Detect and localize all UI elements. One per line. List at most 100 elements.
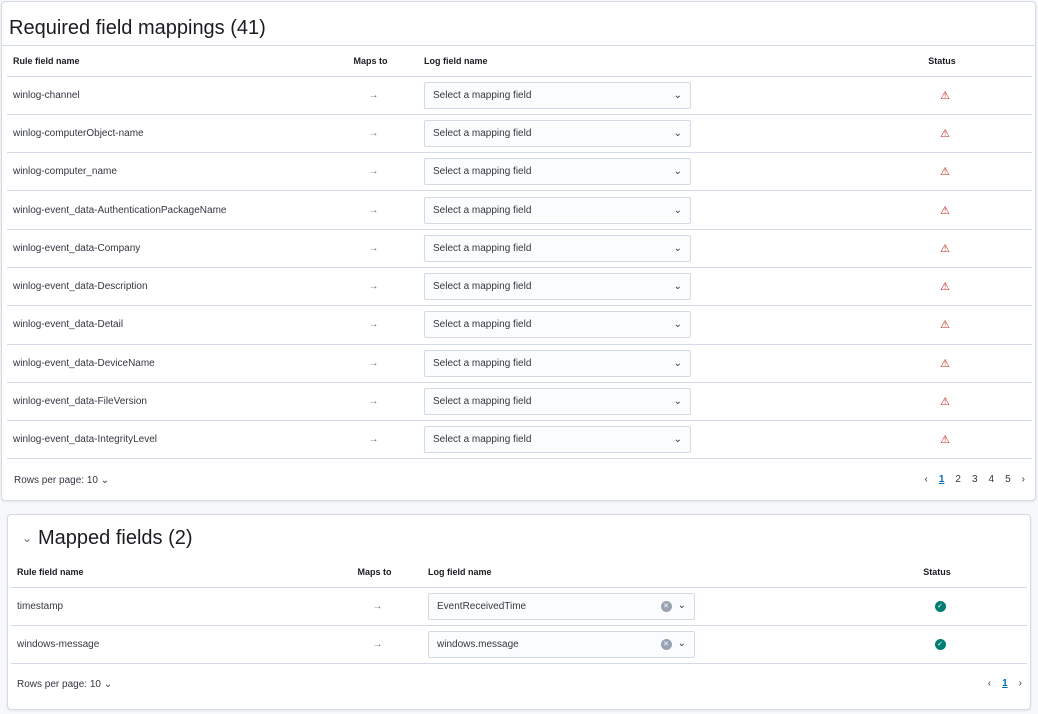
log-field-select[interactable]: Select a mapping field ⌄ <box>424 311 691 339</box>
previous-page-icon[interactable]: ‹ <box>925 474 928 485</box>
warning-icon: ⚠ <box>940 357 950 370</box>
rule-field-name: windows-message <box>11 625 327 665</box>
log-field-select[interactable]: Select a mapping field ⌄ <box>424 158 691 186</box>
log-field-select[interactable]: windows.message ✕ ⌄ <box>428 630 695 658</box>
select-placeholder: Select a mapping field <box>433 396 532 408</box>
warning-icon: ⚠ <box>940 166 950 179</box>
chevron-down-icon[interactable]: ⌄ <box>678 600 686 611</box>
rule-field-name: winlog-computer_name <box>7 152 323 192</box>
table-row: winlog-event_data-DeviceName → Select a … <box>7 344 1032 383</box>
rows-per-page-button[interactable]: Rows per page: 10 ⌄ <box>14 475 109 486</box>
log-field-select[interactable]: Select a mapping field ⌄ <box>424 388 691 416</box>
page-3-button[interactable]: 3 <box>972 474 978 485</box>
table-row: winlog-event_data-FileVersion → Select a… <box>7 382 1032 422</box>
column-header-rule-field[interactable]: Rule field name <box>7 46 323 77</box>
mapped-fields-panel: ⌄ Mapped fields (2) Rule field name Maps… <box>7 514 1031 710</box>
arrow-right-icon: → <box>368 281 379 293</box>
clear-icon[interactable]: ✕ <box>660 639 672 651</box>
previous-page-icon[interactable]: ‹ <box>988 678 991 689</box>
warning-icon: ⚠ <box>940 396 950 409</box>
rule-field-name: winlog-event_data-FileVersion <box>7 382 323 422</box>
arrow-right-icon: → <box>368 434 379 446</box>
collapse-chevron-icon[interactable]: ⌄ <box>22 531 32 545</box>
rule-field-name: winlog-event_data-Detail <box>7 305 323 345</box>
chevron-down-icon: ⌄ <box>103 679 113 690</box>
column-header-status: Status <box>847 557 1027 588</box>
select-placeholder: Select a mapping field <box>433 166 532 178</box>
log-field-select[interactable]: Select a mapping field ⌄ <box>424 234 691 262</box>
arrow-right-icon: → <box>368 357 379 369</box>
rule-field-name: winlog-event_data-IntegrityLevel <box>7 420 323 460</box>
log-field-select[interactable]: Select a mapping field ⌄ <box>424 426 691 454</box>
table-row: winlog-event_data-IntegrityLevel → Selec… <box>7 420 1032 460</box>
clear-icon[interactable]: ✕ <box>660 601 672 613</box>
page-2-button[interactable]: 2 <box>955 474 961 485</box>
panel-title[interactable]: Mapped fields (2) <box>38 527 193 550</box>
warning-icon: ⚠ <box>940 434 950 447</box>
selected-value: EventReceivedTime <box>437 600 527 612</box>
column-header-log-field[interactable]: Log field name <box>422 557 847 588</box>
chevron-down-icon[interactable]: ⌄ <box>674 396 682 407</box>
chevron-down-icon[interactable]: ⌄ <box>674 319 682 330</box>
chevron-down-icon[interactable]: ⌄ <box>674 358 682 369</box>
page-1-button[interactable]: 1 <box>939 474 945 485</box>
table-row: winlog-event_data-Detail → Select a mapp… <box>7 305 1032 345</box>
warning-icon: ⚠ <box>940 204 950 217</box>
rows-per-page-label: Rows per page: 10 <box>14 475 98 486</box>
warning-icon: ⚠ <box>940 281 950 294</box>
log-field-select[interactable]: Select a mapping field ⌄ <box>424 273 691 301</box>
page-5-button[interactable]: 5 <box>1005 474 1011 485</box>
column-header-log-field[interactable]: Log field name <box>418 46 852 77</box>
log-field-select[interactable]: Select a mapping field ⌄ <box>424 119 691 147</box>
arrow-right-icon: → <box>368 396 379 408</box>
chevron-down-icon[interactable]: ⌄ <box>674 166 682 177</box>
log-field-select[interactable]: Select a mapping field ⌄ <box>424 81 691 109</box>
arrow-right-icon: → <box>368 319 379 331</box>
chevron-down-icon[interactable]: ⌄ <box>674 281 682 292</box>
warning-icon: ⚠ <box>940 319 950 332</box>
next-page-icon[interactable]: › <box>1019 678 1022 689</box>
select-placeholder: Select a mapping field <box>433 204 532 216</box>
log-field-select[interactable]: Select a mapping field ⌄ <box>424 196 691 224</box>
arrow-right-icon: → <box>368 242 379 254</box>
page-4-button[interactable]: 4 <box>989 474 995 485</box>
rows-per-page-label: Rows per page: 10 <box>17 679 101 690</box>
table-row: winlog-channel → Select a mapping field … <box>7 76 1032 115</box>
warning-icon: ⚠ <box>940 242 950 255</box>
select-placeholder: Select a mapping field <box>433 89 532 101</box>
table-row: winlog-computer_name → Select a mapping … <box>7 152 1032 192</box>
arrow-right-icon: → <box>372 600 383 612</box>
table-row: winlog-event_data-Company → Select a map… <box>7 229 1032 268</box>
select-placeholder: Select a mapping field <box>433 319 532 331</box>
log-field-select[interactable]: Select a mapping field ⌄ <box>424 349 691 377</box>
next-page-icon[interactable]: › <box>1022 474 1025 485</box>
arrow-right-icon: → <box>368 89 379 101</box>
arrow-right-icon: → <box>368 166 379 178</box>
rule-field-name: winlog-event_data-AuthenticationPackageN… <box>7 190 323 230</box>
chevron-down-icon[interactable]: ⌄ <box>674 434 682 445</box>
pagination: ‹ 1 2 3 4 5 › <box>925 474 1026 485</box>
select-placeholder: Select a mapping field <box>433 281 532 293</box>
check-circle-icon: ✓ <box>934 639 946 651</box>
required-mappings-table: Rule field name Maps to Log field name S… <box>7 46 1032 460</box>
rule-field-name: winlog-channel <box>7 76 323 115</box>
table-row: winlog-event_data-AuthenticationPackageN… <box>7 190 1032 230</box>
chevron-down-icon[interactable]: ⌄ <box>678 638 686 649</box>
chevron-down-icon[interactable]: ⌄ <box>674 205 682 216</box>
chevron-down-icon[interactable]: ⌄ <box>674 243 682 254</box>
rule-field-name: timestamp <box>11 587 327 626</box>
chevron-down-icon[interactable]: ⌄ <box>674 90 682 101</box>
column-header-status: Status <box>852 46 1032 77</box>
table-row: winlog-computerObject-name → Select a ma… <box>7 114 1032 154</box>
check-circle-icon: ✓ <box>934 601 946 613</box>
page-1-button[interactable]: 1 <box>1002 678 1008 689</box>
rows-per-page-button[interactable]: Rows per page: 10 ⌄ <box>17 679 112 690</box>
required-field-mappings-panel: Required field mappings (41) Rule field … <box>1 1 1036 501</box>
chevron-down-icon[interactable]: ⌄ <box>674 128 682 139</box>
table-row: winlog-event_data-Description → Select a… <box>7 267 1032 307</box>
arrow-right-icon: → <box>368 204 379 216</box>
column-header-rule-field[interactable]: Rule field name <box>11 557 327 588</box>
chevron-down-icon: ⌄ <box>100 475 110 486</box>
log-field-select[interactable]: EventReceivedTime ✕ ⌄ <box>428 592 695 620</box>
arrow-right-icon: → <box>368 127 379 139</box>
